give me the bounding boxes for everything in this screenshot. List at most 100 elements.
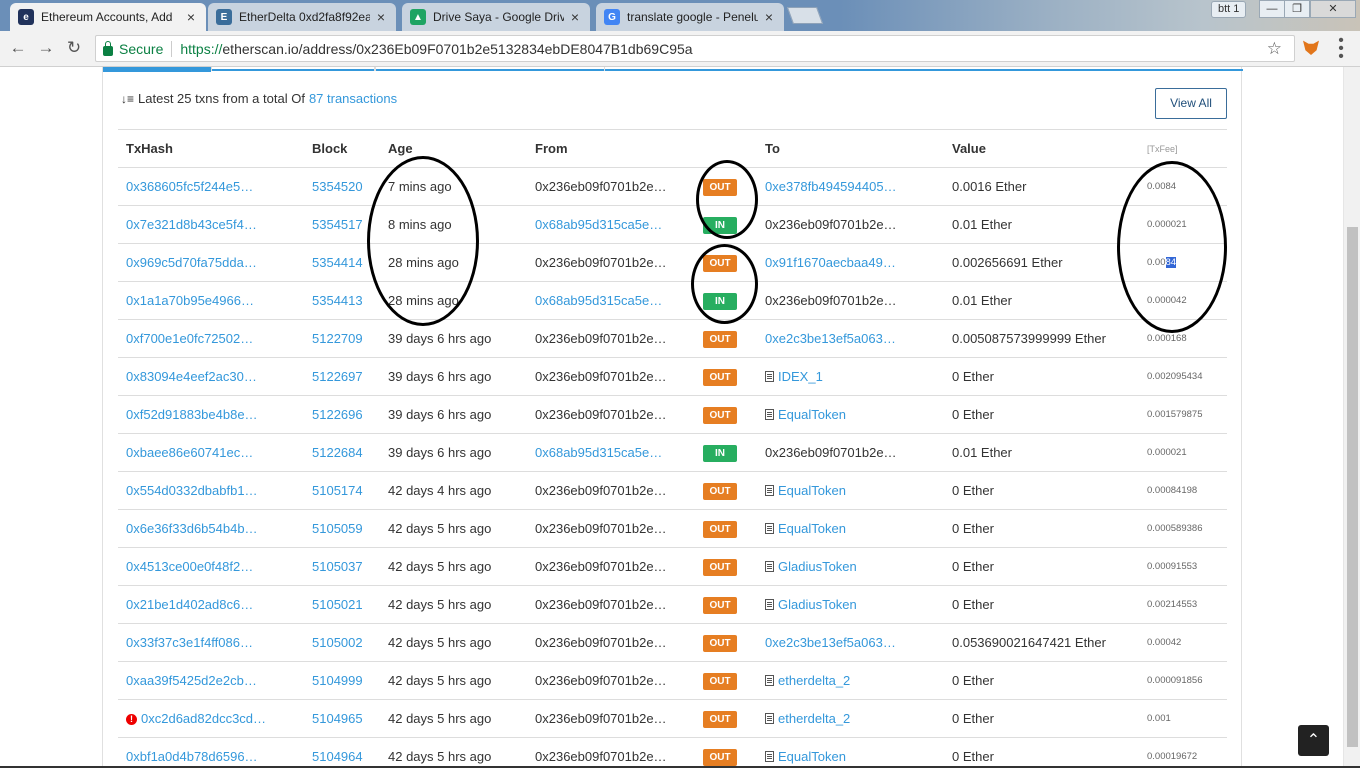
block-link[interactable]: 5122709: [312, 331, 363, 346]
page-scrollbar[interactable]: [1343, 67, 1360, 768]
address-bar[interactable]: Secure https://etherscan.io/address/0x23…: [95, 35, 1295, 62]
txfee-cell: 0.000168: [1139, 319, 1227, 358]
to-address-link[interactable]: IDEX_1: [778, 369, 823, 384]
block-link[interactable]: 5105021: [312, 597, 363, 612]
to-address-link[interactable]: EqualToken: [778, 749, 846, 764]
contract-icon: [765, 599, 774, 610]
panel-tab[interactable]: [211, 67, 375, 71]
to-address: 0x236eb09f0701b2e…: [765, 293, 897, 308]
tab-close-icon[interactable]: ×: [762, 9, 776, 25]
txhash-link[interactable]: 0xbf1a0d4b78d6596…: [126, 749, 258, 764]
txhash-link[interactable]: 0x21be1d402ad8c6…: [126, 597, 253, 612]
browser-tab[interactable]: ▲ Drive Saya - Google Drive ×: [402, 3, 590, 31]
to-address-link[interactable]: EqualToken: [778, 407, 846, 422]
from-cell: 0x236eb09f0701b2e…: [527, 243, 695, 282]
back-to-top-button[interactable]: ⌃: [1298, 725, 1329, 756]
block-link[interactable]: 5105037: [312, 559, 363, 574]
block-link[interactable]: 5354517: [312, 217, 363, 232]
txfee-cell: 0.00084198: [1139, 471, 1227, 510]
to-address-link[interactable]: etherdelta_2: [778, 711, 850, 726]
block-link[interactable]: 5122684: [312, 445, 363, 460]
block-link[interactable]: 5354413: [312, 293, 363, 308]
block-link[interactable]: 5104965: [312, 711, 363, 726]
to-address-link[interactable]: 0xe2c3be13ef5a063…: [765, 331, 896, 346]
block-cell: 5105174: [304, 471, 380, 510]
txfee-cell: 0.00214553: [1139, 585, 1227, 624]
maximize-icon[interactable]: ❐: [1284, 0, 1310, 18]
to-address-link[interactable]: 0x91f1670aecbaa49…: [765, 255, 896, 270]
panel-tab-active-indicator[interactable]: [103, 67, 211, 72]
panel-tab[interactable]: [375, 67, 605, 71]
block-link[interactable]: 5122697: [312, 369, 363, 384]
back-arrow-icon[interactable]: ←: [7, 37, 29, 59]
block-link[interactable]: 5104964: [312, 749, 363, 764]
txhash-link[interactable]: 0x969c5d70fa75dda…: [126, 255, 257, 270]
tab-close-icon[interactable]: ×: [184, 9, 198, 25]
block-cell: 5105059: [304, 509, 380, 548]
txhash-link[interactable]: 0x6e36f33d6b54b4b…: [126, 521, 258, 536]
table-row: 0xbaee86e60741ec… 5122684 39 days 6 hrs ag…: [118, 433, 1227, 472]
from-address-link[interactable]: 0x68ab95d315ca5e…: [535, 445, 662, 460]
lock-icon: [103, 40, 113, 56]
window-close-icon[interactable]: ✕: [1310, 0, 1356, 18]
from-address-link[interactable]: 0x68ab95d315ca5e…: [535, 217, 662, 232]
txhash-link[interactable]: 0x368605fc5f244e5…: [126, 179, 253, 194]
tab-close-icon[interactable]: ×: [568, 9, 582, 25]
tab-close-icon[interactable]: ×: [374, 9, 388, 25]
txhash-link[interactable]: 0x33f37c3e1f4ff086…: [126, 635, 253, 650]
total-transactions-link[interactable]: 87 transactions: [309, 91, 397, 106]
block-link[interactable]: 5105174: [312, 483, 363, 498]
txhash-link[interactable]: 0x83094e4eef2ac30…: [126, 369, 257, 384]
table-row: 0x1a1a70b95e4966… 5354413 28 mins ago 0x68a…: [118, 281, 1227, 320]
block-link[interactable]: 5105002: [312, 635, 363, 650]
browser-tab[interactable]: e Ethereum Accounts, Add ×: [10, 3, 206, 31]
minimize-icon[interactable]: —: [1259, 0, 1285, 18]
txhash-cell: 0x7e321d8b43ce5f4…: [118, 205, 304, 244]
new-tab-button[interactable]: [786, 7, 824, 24]
txhash-link[interactable]: 0xf52d91883be4b8e…: [126, 407, 258, 422]
txhash-link[interactable]: 0xf700e1e0fc72502…: [126, 331, 253, 346]
from-address-link[interactable]: 0x68ab95d315ca5e…: [535, 293, 662, 308]
browser-menu-icon[interactable]: • • •: [1336, 33, 1346, 65]
window-profile-label[interactable]: btt 1: [1211, 1, 1247, 18]
from-cell: 0x236eb09f0701b2e…: [527, 471, 695, 510]
block-cell: 5105037: [304, 547, 380, 586]
value-cell: 0 Ether: [944, 661, 1139, 700]
browser-tab[interactable]: E EtherDelta 0xd2fa8f92ea ×: [208, 3, 396, 31]
to-cell: etherdelta_2: [757, 661, 944, 700]
to-address-link[interactable]: GladiusToken: [778, 559, 857, 574]
block-link[interactable]: 5105059: [312, 521, 363, 536]
to-address-link[interactable]: EqualToken: [778, 521, 846, 536]
to-address-link[interactable]: 0xe2c3be13ef5a063…: [765, 635, 896, 650]
bookmark-star-icon[interactable]: ☆: [1267, 39, 1282, 59]
url-scheme: https://: [180, 40, 223, 57]
block-cell: 5122697: [304, 357, 380, 396]
txhash-cell: 0x83094e4eef2ac30…: [118, 357, 304, 396]
value-cell: 0.053690021647421 Ether: [944, 623, 1139, 662]
to-address-link[interactable]: 0xe378fb494594405…: [765, 179, 897, 194]
to-cell: 0xe2c3be13ef5a063…: [757, 319, 944, 358]
block-link[interactable]: 5354520: [312, 179, 363, 194]
table-row: 0x6e36f33d6b54b4b… 5105059 42 days 5 hrs a…: [118, 509, 1227, 548]
block-cell: 5354520: [304, 167, 380, 206]
txhash-link[interactable]: 0xc2d6ad82dcc3cd…: [141, 711, 266, 726]
reload-icon[interactable]: ↻: [63, 37, 85, 59]
txhash-link[interactable]: 0x4513ce00e0f48f2…: [126, 559, 253, 574]
from-address: 0x236eb09f0701b2e…: [535, 483, 667, 498]
browser-tab[interactable]: Gtranslate google - Penelu ×: [596, 3, 784, 31]
to-address-link[interactable]: etherdelta_2: [778, 673, 850, 688]
to-address-link[interactable]: EqualToken: [778, 483, 846, 498]
txhash-link[interactable]: 0x1a1a70b95e4966…: [126, 293, 254, 308]
txhash-link[interactable]: 0xbaee86e60741ec…: [126, 445, 253, 460]
block-link[interactable]: 5104999: [312, 673, 363, 688]
forward-arrow-icon[interactable]: →: [35, 37, 57, 59]
scrollbar-thumb[interactable]: [1347, 227, 1358, 747]
txhash-link[interactable]: 0xaa39f5425d2e2cb…: [126, 673, 257, 688]
block-link[interactable]: 5354414: [312, 255, 363, 270]
to-address-link[interactable]: GladiusToken: [778, 597, 857, 612]
block-link[interactable]: 5122696: [312, 407, 363, 422]
metamask-extension-icon[interactable]: [1303, 40, 1319, 55]
txhash-link[interactable]: 0x7e321d8b43ce5f4…: [126, 217, 257, 232]
txhash-link[interactable]: 0x554d0332dbabfb1…: [126, 483, 258, 498]
view-all-button[interactable]: View All: [1155, 88, 1227, 119]
